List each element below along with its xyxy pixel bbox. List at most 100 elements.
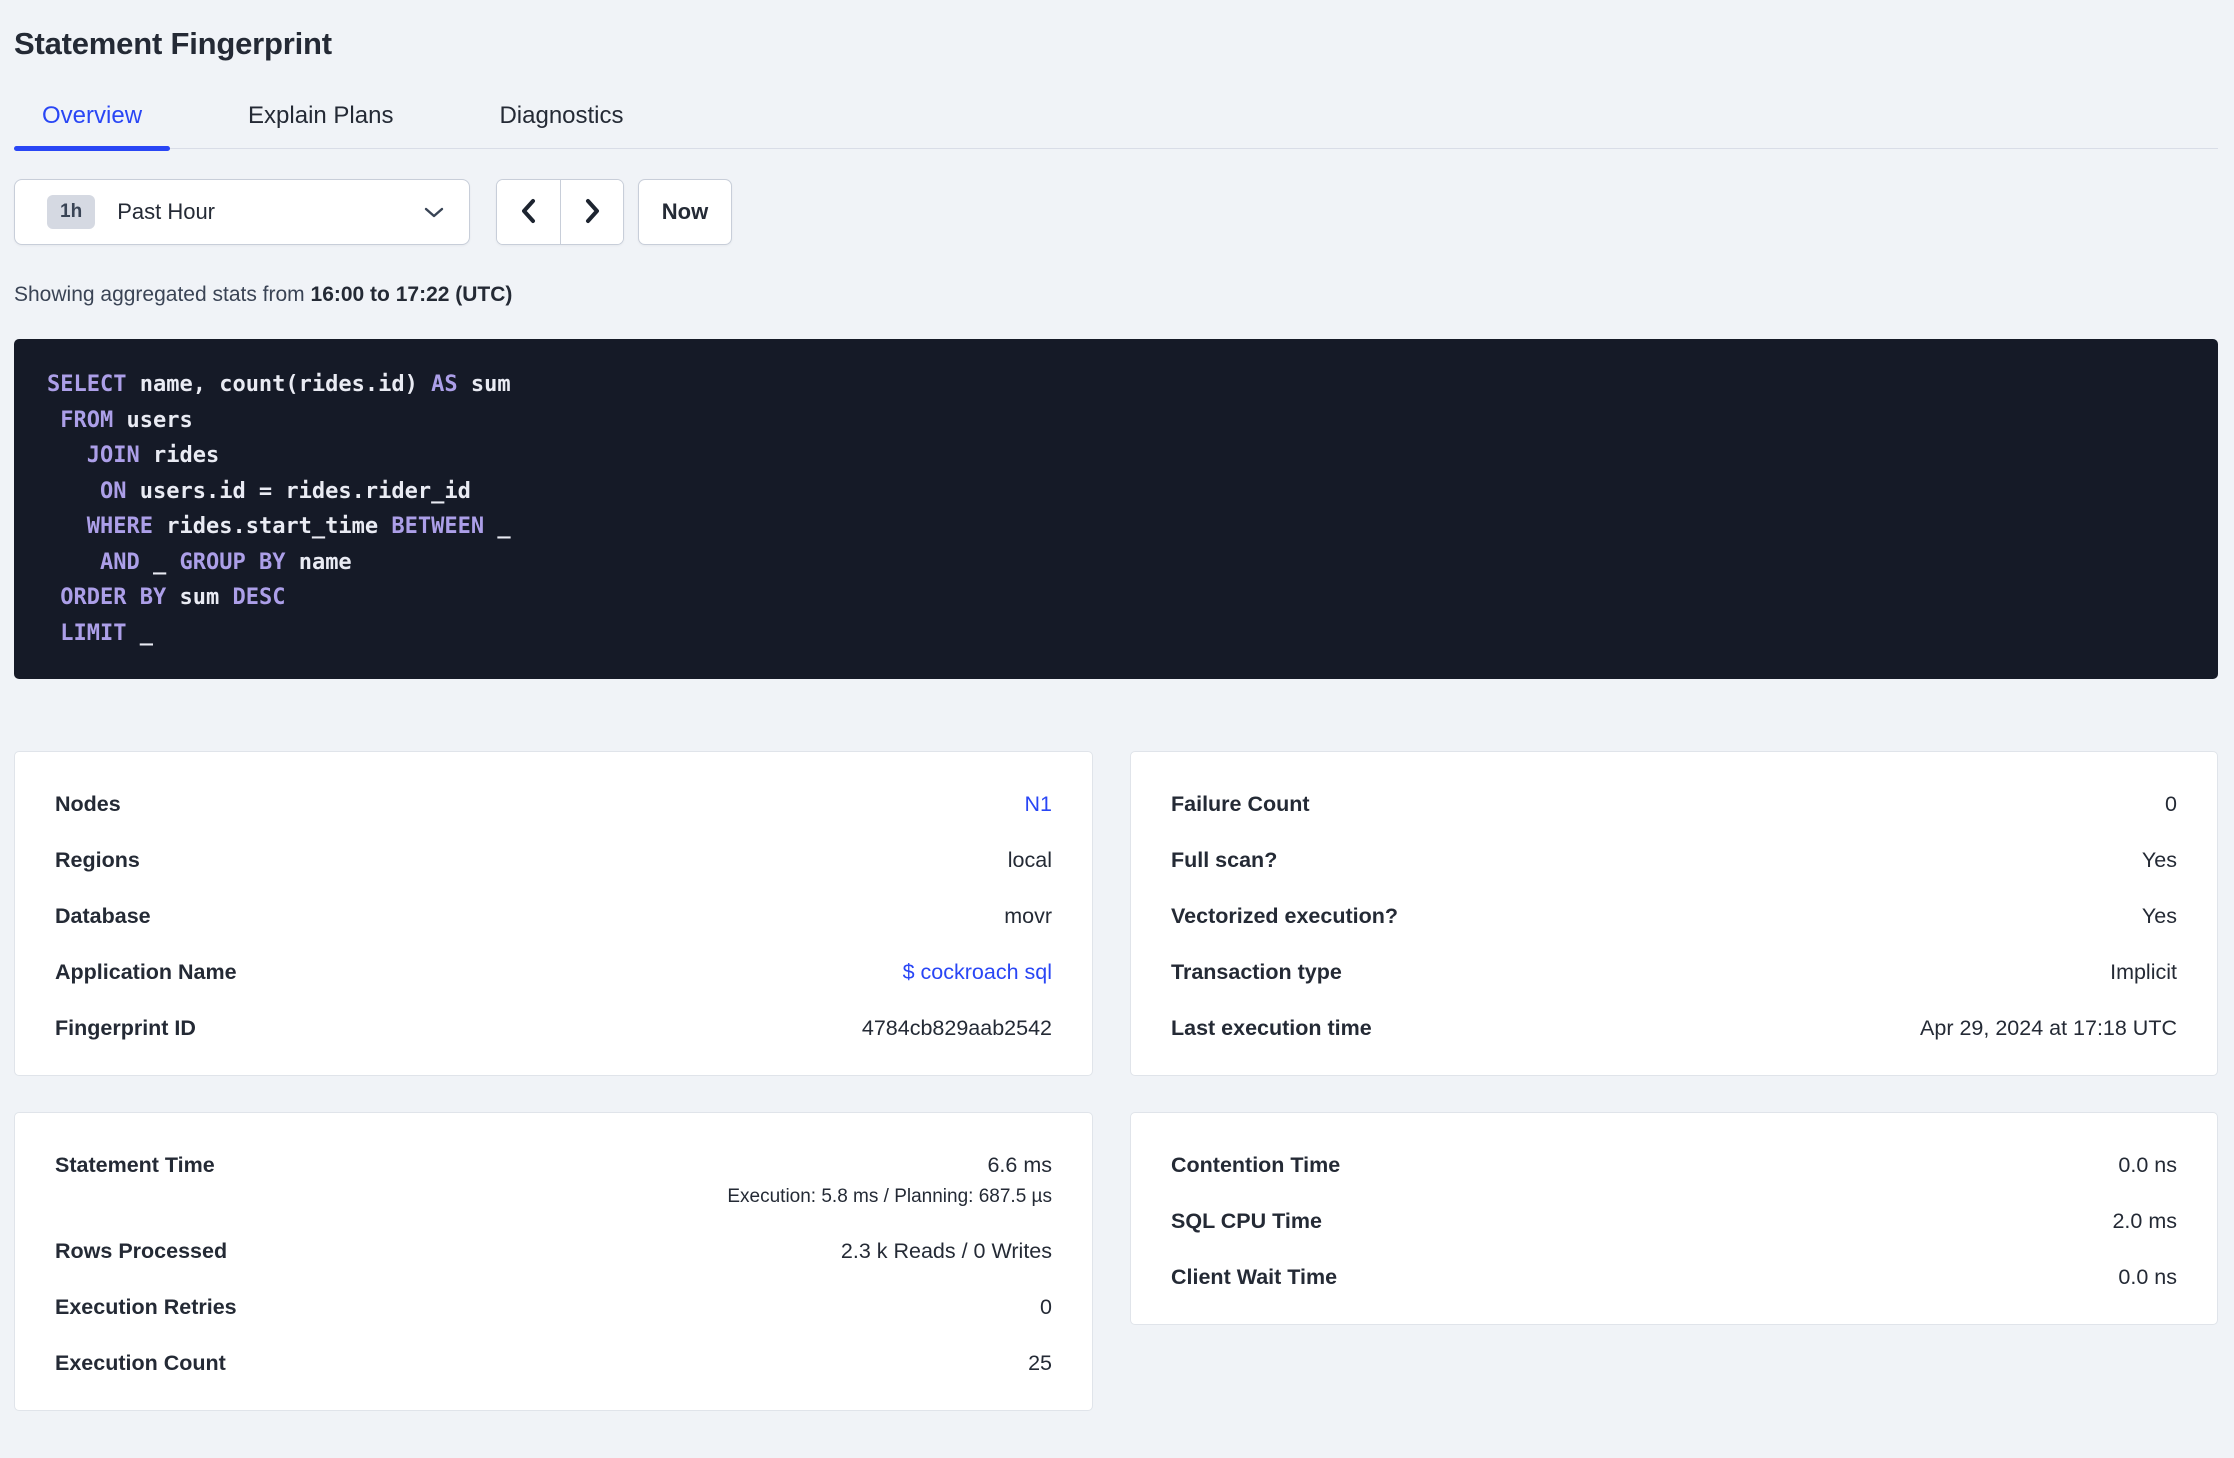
stats-summary: Showing aggregated stats from 16:00 to 1… (14, 283, 2218, 307)
card-row-value: 0.0 ns (2118, 1265, 2177, 1289)
card-row-value: 2.0 ms (2112, 1209, 2177, 1233)
card-row-value: Yes (2141, 904, 2177, 928)
card-row-value-group: 4784cb829aab2542 (862, 1016, 1052, 1041)
card-row: Failure Count 0 (1171, 792, 2177, 817)
tab-explain-plans[interactable]: Explain Plans (220, 88, 421, 148)
card-row-value-group: Yes (2142, 904, 2177, 929)
card-row-value-group: 0.0 ns (2118, 1153, 2177, 1178)
chevron-left-icon (518, 197, 540, 228)
card-row: Fingerprint ID 4784cb829aab2542 (55, 1016, 1052, 1041)
timing-cards-row: Statement Time 6.6 ms Execution: 5.8 ms / … (14, 1112, 2218, 1411)
sql-token: users (113, 407, 193, 433)
sql-token: sum (166, 585, 233, 610)
sql-line: LIMIT _ (47, 616, 2188, 652)
card-row-subvalue: Execution: 5.8 ms / Planning: 687.5 µs (727, 1186, 1052, 1207)
card-statement-timing: Statement Time 6.6 ms Execution: 5.8 ms / … (14, 1112, 1093, 1411)
page-content: Statement Fingerprint Overview Explain P… (0, 26, 2234, 1411)
sql-line: SELECT name, count(rides.id) AS sum (47, 367, 2188, 403)
time-step-buttons (496, 179, 624, 245)
card-row-link[interactable]: $ cockroach sql (903, 960, 1052, 985)
time-range-dropdown[interactable]: 1h Past Hour (14, 179, 470, 245)
sql-token: users.id = rides.rider_id (126, 478, 471, 504)
sql-line: FROM users (47, 403, 2188, 439)
card-row: Transaction type Implicit (1171, 960, 2177, 985)
stats-summary-prefix: Showing aggregated stats from (14, 283, 311, 306)
card-wait-timing: Contention Time 0.0 ns SQL CPU Time 2.0 ms C… (1130, 1112, 2218, 1325)
card-row-value: 25 (1028, 1351, 1052, 1375)
tab-overview[interactable]: Overview (14, 88, 171, 151)
sql-keyword: ORDER BY (60, 585, 167, 610)
card-row: Full scan? Yes (1171, 848, 2177, 873)
sql-keyword: DESC (232, 585, 286, 610)
card-row-label: Statement Time (55, 1153, 215, 1177)
card-row: Nodes N1 (55, 792, 1052, 817)
card-row: Vectorized execution? Yes (1171, 904, 2177, 929)
sql-token: rides.start_time (152, 514, 392, 539)
chevron-right-icon (581, 197, 603, 228)
card-row-label: Execution Retries (55, 1295, 237, 1319)
card-row-value: Apr 29, 2024 at 17:18 UTC (1920, 1016, 2177, 1040)
card-row-value: 0 (1040, 1295, 1052, 1319)
next-time-button[interactable] (560, 180, 623, 244)
time-picker-row: 1h Past Hour Now (14, 179, 2218, 245)
card-row-value-group: 2.3 k Reads / 0 Writes (841, 1239, 1052, 1264)
card-row: Regions local (55, 848, 1052, 873)
card-row: Application Name $ cockroach sql (55, 960, 1052, 985)
card-row-label: Execution Count (55, 1351, 226, 1375)
now-button[interactable]: Now (638, 179, 732, 245)
sql-token: rides (139, 443, 220, 468)
card-row-label: Nodes (55, 792, 121, 816)
sql-code: SELECT name, count(rides.id) AS sum FROM… (47, 367, 2188, 651)
card-row-value-group: 6.6 ms Execution: 5.8 ms / Planning: 687.… (727, 1153, 1052, 1208)
sql-token: _ (126, 620, 153, 646)
card-row-value-group: 2.0 ms (2112, 1209, 2177, 1234)
prev-time-button[interactable] (497, 180, 560, 244)
sql-line: ORDER BY sum DESC (47, 580, 2188, 616)
card-statement-details: Nodes N1 Regions local Database movr Applicati… (14, 751, 1093, 1076)
card-row-value: Yes (2141, 848, 2177, 872)
sql-line: JOIN rides (47, 438, 2188, 474)
card-row: Execution Count 25 (55, 1351, 1052, 1376)
card-row-value: 0 (2165, 792, 2177, 816)
card-row: Database movr (55, 904, 1052, 929)
card-row-label: Fingerprint ID (55, 1016, 196, 1040)
sql-statement-block: SELECT name, count(rides.id) AS sum FROM… (14, 339, 2218, 679)
card-row: Last execution time Apr 29, 2024 at 17:18… (1171, 1016, 2177, 1041)
sql-token: name (285, 549, 352, 575)
card-row-value-group: $ cockroach sql (903, 960, 1052, 985)
card-row-value-group: 25 (1028, 1351, 1052, 1376)
card-row-label: Regions (55, 848, 140, 872)
card-row-label: Contention Time (1171, 1153, 1341, 1177)
card-row-value: 4784cb829aab2542 (861, 1016, 1052, 1040)
tab-diagnostics[interactable]: Diagnostics (471, 88, 651, 148)
card-row-value-group: local (1008, 848, 1052, 873)
card-row-label: Application Name (55, 960, 237, 984)
sql-line: ON users.id = rides.rider_id (47, 474, 2188, 510)
sql-keyword: SELECT (47, 372, 127, 397)
sql-line: WHERE rides.start_time BETWEEN _ (47, 509, 2188, 545)
card-row-label: SQL CPU Time (1171, 1209, 1322, 1233)
stats-summary-range: 16:00 to 17:22 (UTC) (310, 283, 513, 306)
card-row-label: Database (55, 904, 151, 928)
sql-keyword: JOIN (86, 443, 140, 468)
chevron-down-icon (423, 205, 445, 219)
sql-keyword: LIMIT (60, 620, 127, 646)
overview-cards-row: Nodes N1 Regions local Database movr Applicati… (14, 751, 2218, 1076)
sql-token: _ (139, 549, 180, 575)
card-row-label: Failure Count (1171, 792, 1310, 816)
card-row-value: 0.0 ns (2118, 1153, 2177, 1177)
sql-token: sum (457, 372, 511, 397)
card-row-link[interactable]: N1 (1025, 792, 1052, 817)
tab-bar: Overview Explain Plans Diagnostics (14, 88, 2218, 151)
sql-token: name, count(rides.id) (126, 372, 432, 397)
sql-line: AND _ GROUP BY name (47, 545, 2188, 581)
interval-badge: 1h (47, 195, 96, 229)
sql-keyword: BETWEEN (391, 514, 485, 539)
card-row: Client Wait Time 0.0 ns (1171, 1265, 2177, 1290)
